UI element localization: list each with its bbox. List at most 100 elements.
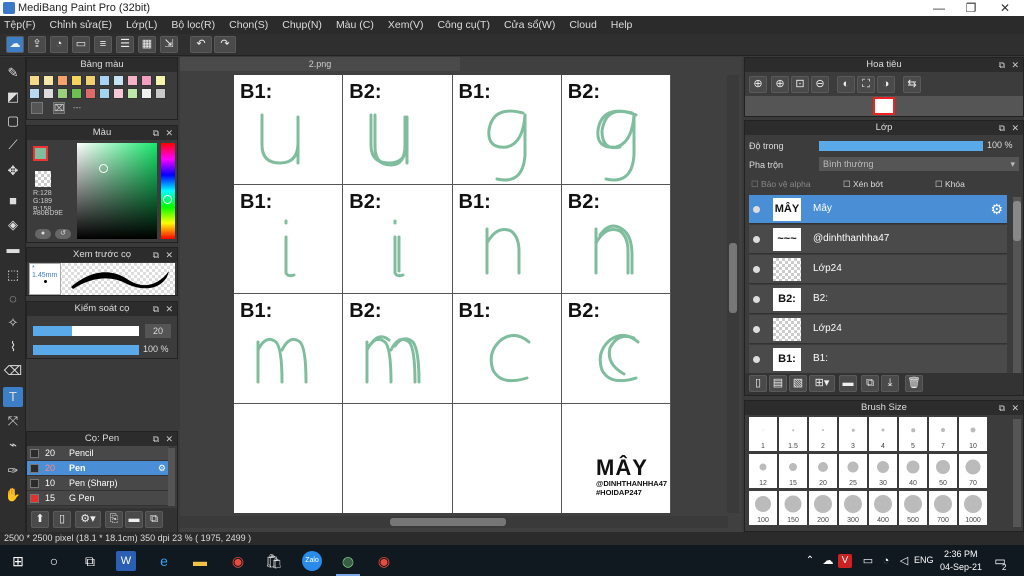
layer-row[interactable]: B2: B2: [749, 285, 1007, 314]
clipping-checkbox[interactable]: ☐ Xén bớt [843, 179, 883, 190]
export-icon[interactable]: ⇲ [160, 36, 178, 53]
layer-row[interactable]: B1: B1: [749, 345, 1007, 373]
fill-rect-tool-icon[interactable]: ■ [3, 191, 23, 211]
brush-size-cell[interactable]: 500 [899, 491, 927, 525]
brush-settings-icon[interactable]: ⚙▾ [75, 511, 101, 528]
brush-size-cell[interactable]: 40 [899, 454, 927, 488]
list-icon[interactable]: ☰ [116, 36, 134, 53]
layer-row[interactable]: Lớp24 [749, 255, 1007, 284]
zoom-out-icon[interactable]: ⊖ [811, 76, 829, 93]
float-icon[interactable]: ⧉ [999, 121, 1005, 135]
brush-item[interactable]: 20 Pen ⚙ [27, 461, 169, 476]
new-brush-icon[interactable]: ▯ [53, 511, 71, 528]
color-swatch[interactable] [29, 88, 40, 99]
menu-item[interactable]: Lớp(L) [126, 19, 157, 31]
horizontal-scroll-thumb[interactable] [390, 518, 506, 526]
grid-icon[interactable]: ▦ [138, 36, 156, 53]
store-icon[interactable]: 🛍 [264, 551, 284, 571]
color-swatch[interactable] [113, 75, 124, 86]
brush-item[interactable]: 20 Pencil [27, 446, 169, 461]
color-swatch[interactable] [85, 75, 96, 86]
add-brush-icon[interactable]: ⬆ [31, 511, 49, 528]
eye-icon[interactable] [753, 296, 760, 303]
color-swatch[interactable] [141, 75, 152, 86]
transparent-color-swatch[interactable] [35, 171, 51, 187]
hue-slider[interactable] [161, 143, 175, 239]
gear-icon[interactable]: ⚙ [158, 461, 166, 476]
close-icon[interactable]: ✕ [988, 0, 1022, 16]
lock-checkbox[interactable]: ☐ Khóa [935, 179, 965, 190]
menu-item[interactable]: Cloud [569, 19, 596, 31]
clock-time[interactable]: 2:36 PM [944, 549, 978, 559]
layer-row[interactable]: ~~~ @dinhthanhha47 [749, 225, 1007, 254]
brush-folder-icon[interactable]: ▬ [125, 511, 143, 528]
antivirus-icon[interactable]: V [838, 554, 852, 568]
text-tool-icon[interactable]: T [3, 387, 23, 407]
fit-screen-icon[interactable]: ⛶ [857, 76, 875, 93]
battery-icon[interactable]: ▭ [858, 551, 878, 571]
close-icon[interactable]: ✕ [165, 248, 173, 262]
close-icon[interactable]: ✕ [1011, 121, 1019, 135]
color-swatch[interactable] [99, 88, 110, 99]
eye-icon[interactable] [753, 206, 760, 213]
color-swatch[interactable] [113, 88, 124, 99]
maximize-icon[interactable]: ❐ [954, 0, 988, 16]
chevron-up-icon[interactable]: ⌃ [800, 551, 820, 571]
brush-size-cell[interactable]: 12 [749, 454, 777, 488]
add-layer-menu-icon[interactable]: ⊞▾ [809, 375, 835, 392]
brush-size-cell[interactable]: 200 [809, 491, 837, 525]
comment-icon[interactable]: ◔ [50, 36, 68, 53]
layer-row[interactable]: MÂY Mây ⚙ [749, 195, 1007, 224]
select-rect-tool-icon[interactable]: ⬚ [3, 265, 23, 285]
brush-size-cell[interactable]: 50 [929, 454, 957, 488]
layer-folder-icon[interactable]: ▬ [839, 375, 857, 392]
new-8bit-layer-icon[interactable]: ▧ [789, 375, 807, 392]
blend-mode-select[interactable]: Bình thường ▾ [819, 157, 1019, 171]
brush-duplicate-icon[interactable]: ⧉ [145, 511, 163, 528]
bucket-tool-icon[interactable]: ◈ [3, 215, 23, 235]
navigator-preview[interactable] [745, 96, 1023, 116]
chrome-icon[interactable]: ◉ [228, 551, 248, 571]
layer-scroll-thumb[interactable] [1013, 201, 1021, 241]
rectangle-tool-icon[interactable]: ▢ [3, 111, 23, 131]
menu-item[interactable]: Chụp(N) [282, 19, 322, 31]
color-swatch[interactable] [155, 75, 166, 86]
brush-size-cell[interactable]: 15 [779, 454, 807, 488]
brush-size-cell[interactable]: 400 [869, 491, 897, 525]
duplicate-layer-icon[interactable]: ⧉ [861, 375, 879, 392]
menu-item[interactable]: Bộ lọc(R) [171, 19, 215, 31]
vertical-scroll-thumb[interactable] [729, 243, 737, 313]
zalo-icon[interactable]: Zalo [302, 551, 322, 571]
close-icon[interactable]: ✕ [165, 302, 173, 316]
brush-size-cell[interactable]: 3 [839, 417, 867, 451]
brush-item[interactable]: 15 G Pen [27, 491, 169, 506]
word-icon[interactable]: W [116, 551, 136, 571]
eye-icon[interactable] [753, 356, 760, 363]
notifications-icon[interactable]: ▭ [990, 551, 1010, 571]
pen-tool-icon[interactable]: ✑ [3, 461, 23, 481]
color-swatch[interactable] [57, 75, 68, 86]
menu-item[interactable]: Công cụ(T) [437, 19, 490, 31]
navigator-view-rect[interactable] [873, 97, 895, 115]
search-icon[interactable]: ○ [44, 551, 64, 571]
magic-wand-tool-icon[interactable]: ✧ [3, 313, 23, 333]
brush-size-cell[interactable]: 30 [869, 454, 897, 488]
redo-button[interactable]: ↷ [214, 36, 236, 53]
menu-item[interactable]: Xem(V) [388, 19, 424, 31]
merge-layer-icon[interactable]: ⤓ [881, 375, 899, 392]
brush-size-slider[interactable] [33, 326, 139, 336]
color-swatch[interactable] [71, 88, 82, 99]
brush-size-cell[interactable]: 4 [869, 417, 897, 451]
float-icon[interactable]: ⧉ [153, 302, 159, 316]
menu-item[interactable]: Chỉnh sửa(E) [50, 19, 112, 31]
brush-size-cell[interactable]: 25 [839, 454, 867, 488]
operation-tool-icon[interactable]: ⤧ [3, 411, 23, 431]
brush-size-cell[interactable]: 1 [749, 417, 777, 451]
brush-size-cell[interactable]: 2 [809, 417, 837, 451]
task-view-icon[interactable]: ⧉ [80, 551, 100, 571]
brush-size-cell[interactable]: 100 [749, 491, 777, 525]
color-swatch[interactable] [85, 88, 96, 99]
undo-button[interactable]: ↶ [190, 36, 212, 53]
edge-icon[interactable]: e [154, 551, 174, 571]
new-layer-icon[interactable]: ▯ [749, 375, 767, 392]
